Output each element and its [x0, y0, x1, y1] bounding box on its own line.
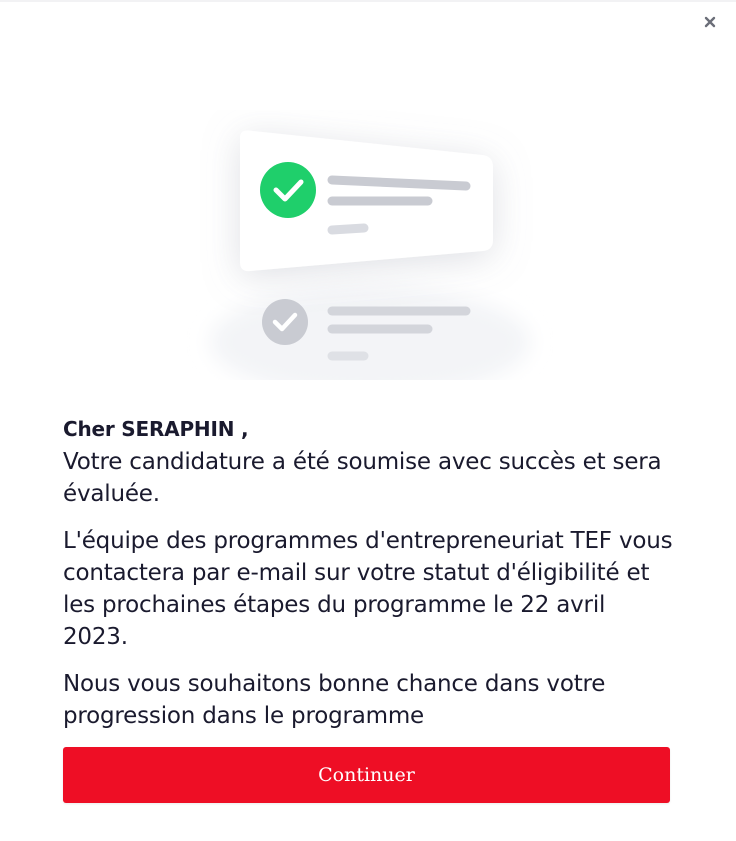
submission-success-dialog: Cher SERAPHIN , Votre candidature a été …: [0, 0, 736, 841]
success-illustration: [180, 110, 560, 397]
continue-button[interactable]: Continuer: [63, 747, 670, 803]
good-luck-message: Nous vous souhaitons bonne chance dans v…: [63, 671, 606, 729]
contact-message: L'équipe des programmes d'entrepreneuria…: [63, 528, 673, 650]
close-icon: [704, 16, 716, 28]
message-content: Cher SERAPHIN , Votre candidature a été …: [63, 414, 673, 732]
close-button[interactable]: [700, 10, 720, 34]
check-circle-icon: [260, 162, 316, 218]
greeting: Cher SERAPHIN ,: [63, 417, 249, 441]
check-circle-icon: [262, 299, 308, 345]
top-border: [0, 0, 736, 2]
submission-message: Votre candidature a été soumise avec suc…: [63, 449, 662, 507]
